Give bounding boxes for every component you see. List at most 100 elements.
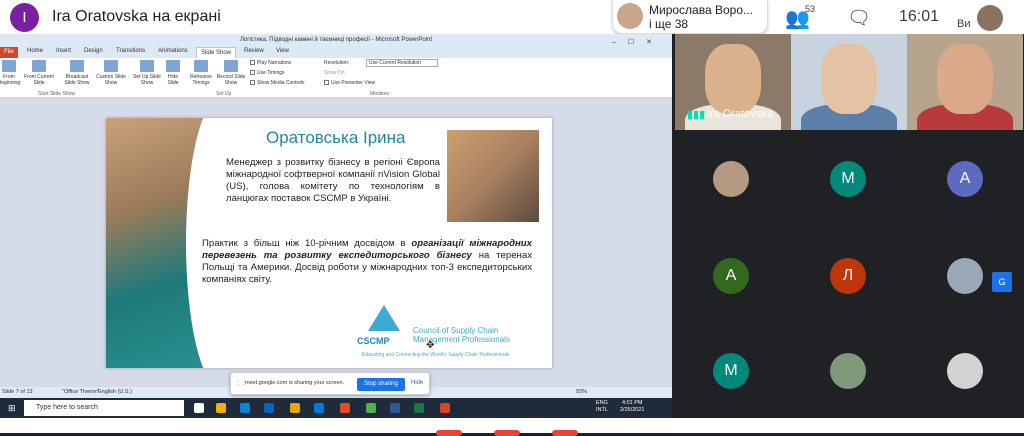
hide-button[interactable]: Hide (411, 380, 423, 386)
tray-clock[interactable]: 4:01 PM 2/25/2021 (620, 400, 644, 414)
video-tile-2[interactable] (791, 34, 907, 130)
person-face (821, 44, 877, 114)
broadcast-button[interactable]: Broadcast Slide Show (60, 60, 94, 86)
tab-slide-show[interactable]: Slide Show (196, 47, 237, 58)
hide-slide-button[interactable]: Hide Slide (162, 60, 184, 86)
skype-icon[interactable] (314, 403, 324, 413)
resolution-select[interactable]: Use Current Resolution (366, 59, 438, 67)
video-tile-3[interactable] (907, 34, 1023, 130)
participant-avatar-photo[interactable] (830, 353, 866, 389)
tray-language[interactable]: ENG INTL (596, 400, 608, 414)
resolution-label: Resolution: (324, 60, 350, 66)
people-count: 53 (805, 4, 816, 14)
translate-icon[interactable]: G (992, 272, 1012, 292)
participant-avatar[interactable]: Л (830, 258, 866, 294)
cscmp-tagline: Educating and Connecting the World's Sup… (362, 352, 510, 358)
edge-icon[interactable] (240, 403, 250, 413)
participant-avatar[interactable]: M (830, 161, 866, 197)
status-slide: Slide 7 of 13 (2, 389, 33, 395)
slide-paragraph-2: Практик з більш ніж 10-річним досвідом в… (202, 238, 532, 285)
powerpoint-icon[interactable] (440, 403, 450, 413)
participant-notification[interactable]: Мирослава Воро... і ще 38 (612, 0, 768, 34)
word-icon[interactable] (390, 403, 400, 413)
slide-paragraph-1: Менеджер з розвитку бізнесу в регіоні Єв… (226, 157, 440, 204)
play-narrations-check[interactable]: Play Narrations (250, 60, 291, 66)
powerpoint-title-bar: Логістика. Підводні камені й таємниці пр… (0, 34, 672, 47)
ribbon: From Beginning From Current Slide Broadc… (0, 58, 672, 98)
tab-file[interactable]: File (0, 47, 18, 58)
custom-show-button[interactable]: Custom Slide Show (94, 60, 128, 86)
folder-icon[interactable] (290, 403, 300, 413)
group-set-up: Set Up (216, 91, 232, 97)
timer-icon (194, 60, 208, 72)
presenter-view-check[interactable]: Use Presenter View (324, 80, 375, 86)
play-icon (2, 60, 16, 72)
tab-home[interactable]: Home (27, 48, 43, 54)
status-language: English (U.S.) (98, 389, 132, 395)
slide-title: Оратовська Ірина (266, 128, 406, 147)
end-call-button[interactable] (552, 430, 578, 436)
checkbox-icon (250, 80, 255, 86)
participant-avatar[interactable]: A (713, 258, 749, 294)
cscmp-logo-icon (368, 305, 400, 331)
show-on-label: Show On: (324, 70, 346, 76)
ribbon-tabs: File Home Insert Design Transitions Anim… (0, 47, 672, 58)
self-avatar[interactable] (977, 5, 1003, 31)
windows-start-icon[interactable]: ⊞ (8, 403, 16, 414)
sharing-bar: ⋮⋮ meet.google.com is sharing your scree… (230, 372, 430, 395)
slide-canvas: Оратовська Ірина Менеджер з розвитку біз… (106, 118, 552, 368)
meeting-clock: 16:01 (899, 8, 940, 25)
participant-avatar-photo[interactable] (713, 161, 749, 197)
windows-taskbar: ⊞ Type here to search ENG INTL 4:01 PM 2/2… (0, 398, 672, 418)
slide-portrait (447, 130, 539, 222)
camera-button[interactable] (494, 430, 520, 436)
video-tile-speaker[interactable]: ▮▮▮ Ira Oratovska (675, 34, 791, 130)
from-beginning-button[interactable]: From Beginning (0, 60, 24, 86)
meet-top-bar: I Ira Oratovska на екрані Мирослава Воро… (0, 0, 1024, 34)
presenter-avatar: I (10, 3, 39, 32)
tab-view[interactable]: View (276, 48, 289, 54)
mouse-cursor-icon: ✥ (426, 340, 435, 351)
rehearse-button[interactable]: Rehearse Timings (186, 60, 216, 86)
media-controls-check[interactable]: Show Media Controls (250, 80, 305, 86)
mic-button[interactable] (436, 430, 462, 436)
app-icon[interactable] (366, 403, 376, 413)
excel-icon[interactable] (414, 403, 424, 413)
ie-icon[interactable] (264, 403, 274, 413)
record-icon (224, 60, 238, 72)
participant-avatar-photo[interactable] (947, 258, 983, 294)
tab-design[interactable]: Design (84, 48, 103, 54)
checkbox-icon (250, 70, 255, 76)
participant-avatar[interactable]: A (947, 161, 983, 197)
chat-icon[interactable]: 🗨 (847, 6, 871, 30)
notification-avatar (617, 3, 643, 29)
presenting-title: Ira Oratovska на екрані (52, 8, 221, 25)
checkbox-icon (250, 60, 255, 66)
status-zoom[interactable]: 93% (576, 387, 587, 398)
tab-animations[interactable]: Animations (158, 48, 188, 54)
chrome-icon[interactable] (340, 403, 350, 413)
sharing-message: meet.google.com is sharing your screen. (245, 380, 345, 386)
tab-insert[interactable]: Insert (56, 48, 71, 54)
setup-icon (140, 60, 154, 72)
taskbar-search[interactable]: Type here to search (24, 400, 184, 416)
use-timings-check[interactable]: Use Timings (250, 70, 285, 76)
cscmp-logo-text: CSCMP (357, 336, 390, 346)
participant-avatar-photo[interactable] (947, 353, 983, 389)
file-explorer-icon[interactable] (216, 403, 226, 413)
record-button[interactable]: Record Slide Show (214, 60, 248, 86)
shared-screen: Логістика. Підводні камені й таємниці пр… (0, 34, 672, 418)
group-monitors: Monitors (370, 91, 390, 97)
participant-avatar[interactable]: M (713, 353, 749, 389)
stop-sharing-button[interactable]: Stop sharing (357, 378, 405, 391)
tab-review[interactable]: Review (244, 48, 264, 54)
tab-transitions[interactable]: Transitions (116, 48, 145, 54)
from-current-button[interactable]: From Current Slide (22, 60, 56, 86)
task-view-icon[interactable] (194, 403, 204, 413)
play-icon (32, 60, 46, 72)
speaker-name: Ira Oratovska (707, 108, 774, 120)
setup-show-button[interactable]: Set Up Slide Show (132, 60, 162, 86)
window-title: Логістика. Підводні камені й таємниці пр… (239, 37, 433, 43)
broadcast-icon (70, 60, 84, 72)
group-start-slide-show: Start Slide Show (38, 91, 75, 97)
